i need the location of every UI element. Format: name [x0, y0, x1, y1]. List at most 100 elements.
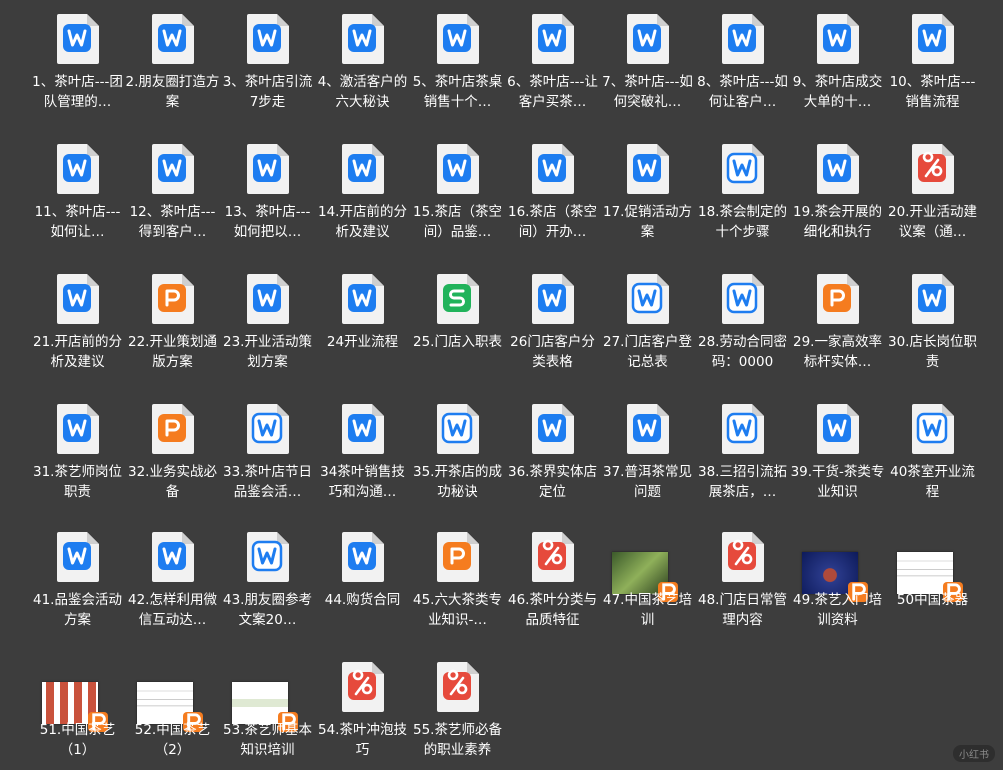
file-item[interactable]: 36.茶界实体店定位 [505, 392, 600, 512]
file-name: 7、茶叶店---如何突破礼… [602, 74, 693, 110]
file-item[interactable]: 29.一家高效率标杆实体… [790, 262, 885, 382]
thumb-people-icon [30, 660, 125, 732]
file-name: 35.开茶店的成功秘诀 [413, 464, 502, 500]
file-name: 3、茶叶店引流7步走 [222, 74, 313, 110]
file-name: 2.朋友圈打造方案 [125, 74, 220, 110]
file-item[interactable]: 18.茶会制定的十个步骤 [695, 132, 790, 252]
file-item[interactable]: 6、茶叶店---让客户买茶… [505, 2, 600, 122]
file-item[interactable]: 33.茶叶店节日品鉴会活… [220, 392, 315, 512]
word-outline-icon [623, 272, 673, 326]
file-item[interactable]: 10、茶叶店---销售流程 [885, 2, 980, 122]
file-item[interactable]: 43.朋友圈参考文案20… [220, 520, 315, 640]
thumb-doc-image [137, 682, 203, 732]
file-name: 12、茶叶店---得到客户… [129, 204, 216, 240]
file-item[interactable]: 45.六大茶类专业知识-… [410, 520, 505, 640]
file-item[interactable]: 4、激活客户的六大秘诀 [315, 2, 410, 122]
file-item[interactable]: 20.开业活动建议案（通… [885, 132, 980, 252]
file-item[interactable]: 14.开店前的分析及建议 [315, 132, 410, 252]
file-name: 40茶室开业流程 [890, 464, 975, 500]
file-name: 25.门店入职表 [413, 334, 502, 350]
word-outline-icon [433, 402, 483, 456]
file-item[interactable]: 25.门店入职表 [410, 262, 505, 382]
file-item[interactable]: 34茶叶销售技巧和沟通… [315, 392, 410, 512]
ppt-icon [148, 402, 198, 456]
word-icon [338, 530, 388, 584]
file-name: 19.茶会开展的细化和执行 [793, 204, 882, 240]
file-item[interactable]: 28.劳动合同密码：0000 [695, 262, 790, 382]
file-item[interactable]: 44.购货合同 [315, 520, 410, 640]
file-name: 8、茶叶店---如何让客户… [697, 74, 788, 110]
file-item[interactable]: 24开业流程 [315, 262, 410, 382]
file-item[interactable]: 52.中国茶艺（2） [125, 650, 220, 770]
file-item[interactable]: 32.业务实战必备 [125, 392, 220, 512]
file-item[interactable]: 5、茶叶店茶桌销售十个… [410, 2, 505, 122]
file-item[interactable]: 15.茶店（茶空间）品鉴… [410, 132, 505, 252]
file-item[interactable]: 12、茶叶店---得到客户… [125, 132, 220, 252]
file-name: 6、茶叶店---让客户买茶… [507, 74, 598, 110]
file-item[interactable]: 38.三招引流拓展茶店，… [695, 392, 790, 512]
file-name: 43.朋友圈参考文案20… [223, 592, 312, 628]
file-item[interactable]: 9、茶叶店成交大单的十… [790, 2, 885, 122]
ppt-icon [148, 272, 198, 326]
thumb-people-image [42, 682, 108, 732]
file-item[interactable]: 40茶室开业流程 [885, 392, 980, 512]
file-item[interactable]: 11、茶叶店---如何让… [30, 132, 125, 252]
file-item[interactable]: 17.促销活动方案 [600, 132, 695, 252]
file-item[interactable]: 42.怎样利用微信互动达… [125, 520, 220, 640]
file-name: 22.开业策划通版方案 [128, 334, 217, 370]
file-name: 13、茶叶店---如何把以… [224, 204, 311, 240]
pdf-icon [908, 142, 958, 196]
file-item[interactable]: 41.品鉴会活动方案 [30, 520, 125, 640]
file-item[interactable]: 13、茶叶店---如何把以… [220, 132, 315, 252]
thumb-tea-image [612, 552, 678, 602]
word-icon [433, 12, 483, 66]
file-item[interactable]: 55.茶艺师必备的职业素养 [410, 650, 505, 770]
file-item[interactable]: 35.开茶店的成功秘诀 [410, 392, 505, 512]
file-item[interactable]: 23.开业活动策划方案 [220, 262, 315, 382]
file-item[interactable]: 27.门店客户登记总表 [600, 262, 695, 382]
file-name: 5、茶叶店茶桌销售十个… [412, 74, 503, 110]
file-item[interactable]: 26门店客户分类表格 [505, 262, 600, 382]
file-item[interactable]: 8、茶叶店---如何让客户… [695, 2, 790, 122]
file-item[interactable]: 21.开店前的分析及建议 [30, 262, 125, 382]
file-item[interactable]: 19.茶会开展的细化和执行 [790, 132, 885, 252]
file-item[interactable]: 30.店长岗位职责 [885, 262, 980, 382]
file-name: 37.普洱茶常见问题 [603, 464, 692, 500]
file-name: 42.怎样利用微信互动达… [128, 592, 217, 628]
file-item[interactable]: 16.茶店（茶空间）开办… [505, 132, 600, 252]
file-item[interactable]: 49.茶艺入门培训资料 [790, 520, 885, 640]
file-item[interactable]: 51.中国茶艺（1） [30, 650, 125, 770]
file-item[interactable]: 50中国茶器 [885, 520, 980, 640]
file-name: 36.茶界实体店定位 [508, 464, 597, 500]
file-name: 55.茶艺师必备的职业素养 [413, 722, 502, 758]
file-item[interactable]: 3、茶叶店引流7步走 [220, 2, 315, 122]
file-item[interactable]: 37.普洱茶常见问题 [600, 392, 695, 512]
word-icon [53, 272, 103, 326]
file-name: 41.品鉴会活动方案 [33, 592, 122, 628]
file-item[interactable]: 53.茶艺师基本知识培训 [220, 650, 315, 770]
file-item[interactable]: 46.茶叶分类与品质特征 [505, 520, 600, 640]
file-item[interactable]: 47.中国茶艺培训 [600, 520, 695, 640]
word-icon [623, 402, 673, 456]
file-name: 54.茶叶冲泡技巧 [318, 722, 407, 758]
file-item[interactable]: 39.干货-茶类专业知识 [790, 392, 885, 512]
file-name: 28.劳动合同密码：0000 [698, 334, 787, 370]
file-grid: 1、茶叶店---团队管理的… 2.朋友圈打造方案 3、茶叶店引流7步走 4、激活… [0, 0, 1003, 768]
file-item[interactable]: 48.门店日常管理内容 [695, 520, 790, 640]
file-name: 14.开店前的分析及建议 [318, 204, 407, 240]
word-icon [148, 12, 198, 66]
word-outline-icon [908, 402, 958, 456]
pdf-icon [433, 660, 483, 714]
file-item[interactable]: 22.开业策划通版方案 [125, 262, 220, 382]
file-name: 34茶叶销售技巧和沟通… [320, 464, 405, 500]
file-name: 30.店长岗位职责 [888, 334, 977, 370]
file-name: 45.六大茶类专业知识-… [413, 592, 502, 628]
file-item[interactable]: 2.朋友圈打造方案 [125, 2, 220, 122]
word-icon [53, 142, 103, 196]
file-item[interactable]: 7、茶叶店---如何突破礼… [600, 2, 695, 122]
file-item[interactable]: 1、茶叶店---团队管理的… [30, 2, 125, 122]
file-item[interactable]: 31.茶艺师岗位职责 [30, 392, 125, 512]
word-icon [53, 530, 103, 584]
file-item[interactable]: 54.茶叶冲泡技巧 [315, 650, 410, 770]
file-name: 15.茶店（茶空间）品鉴… [413, 204, 502, 240]
